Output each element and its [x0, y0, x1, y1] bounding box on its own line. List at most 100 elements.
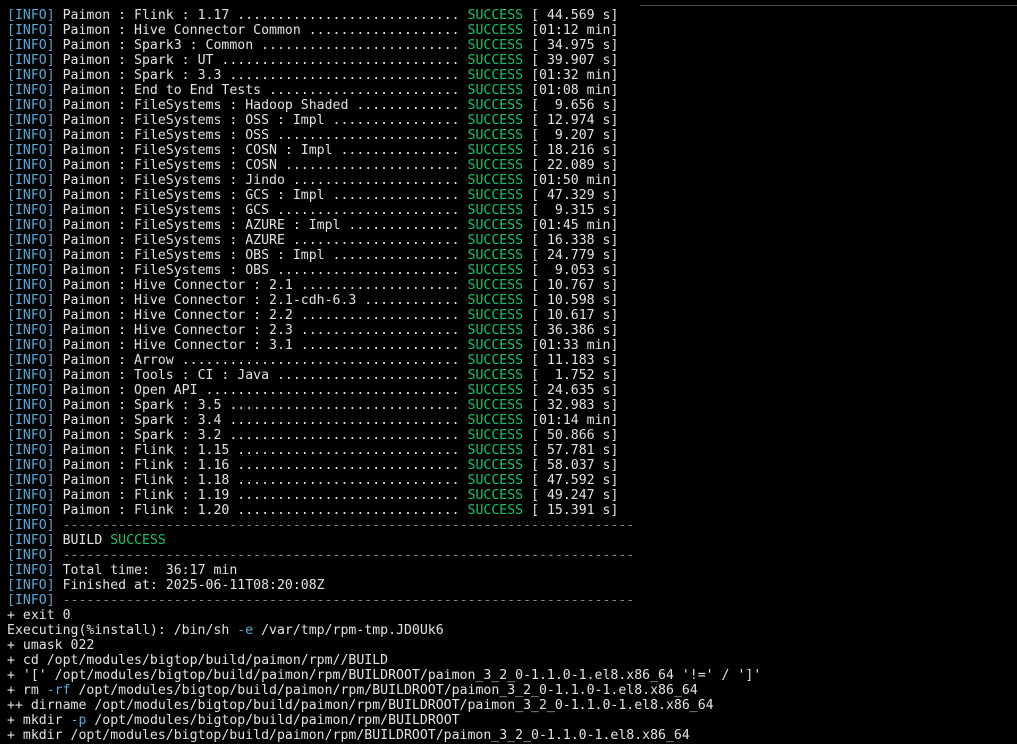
separator-line: [INFO] ---------------------------------… — [7, 593, 1017, 608]
command-text: Executing(%install): /bin/sh — [7, 623, 238, 638]
log-level: [INFO] — [7, 8, 55, 23]
log-level: [INFO] — [7, 398, 55, 413]
total-time-line: [INFO] Total time: 36:17 min — [7, 563, 1017, 578]
duration-text: [ 49.247 s] — [531, 488, 619, 503]
status-text: SUCCESS — [467, 143, 524, 158]
log-level: [INFO] — [7, 308, 55, 323]
status-text: SUCCESS — [467, 8, 524, 23]
status-text: SUCCESS — [467, 173, 524, 188]
dot-leader: ................................... — [181, 353, 460, 368]
module-result-line: [INFO] Paimon : FileSystems : COSN .....… — [7, 158, 1017, 173]
module-name: Paimon : FileSystems : COSN : Impl — [62, 143, 341, 158]
separator: ----------------------------------------… — [62, 548, 635, 563]
duration-text: [ 9.053 s] — [531, 263, 619, 278]
log-level: [INFO] — [7, 188, 55, 203]
command-argument: /var/tmp/rpm-tmp.JD0Uk6 — [253, 623, 444, 638]
module-name: Paimon : Open API — [62, 383, 206, 398]
log-level: [INFO] — [7, 458, 55, 473]
duration-text: [ 58.037 s] — [531, 458, 619, 473]
module-name: Paimon : FileSystems : GCS : Impl — [62, 188, 333, 203]
status-text: SUCCESS — [467, 308, 524, 323]
log-level: [INFO] — [7, 38, 55, 53]
status-text: SUCCESS — [467, 428, 524, 443]
log-level: [INFO] — [7, 68, 55, 83]
module-result-line: [INFO] Paimon : Spark : 3.5 ............… — [7, 398, 1017, 413]
dot-leader: ................... — [308, 23, 460, 38]
duration-text: [ 47.592 s] — [531, 473, 619, 488]
module-name: Paimon : FileSystems : AZURE — [62, 233, 293, 248]
command-text: + rm — [7, 683, 47, 698]
module-result-line: [INFO] Paimon : Flink : 1.18 ...........… — [7, 473, 1017, 488]
terminal-window[interactable]: [INFO] Paimon : Flink : 1.17 ...........… — [0, 0, 1017, 744]
module-result-line: [INFO] Paimon : Spark : UT .............… — [7, 53, 1017, 68]
dot-leader: ................ — [332, 113, 460, 128]
status-text: SUCCESS — [467, 443, 524, 458]
dot-leader: .............. — [348, 218, 460, 233]
log-level: [INFO] — [7, 563, 55, 578]
status-text: SUCCESS — [467, 293, 524, 308]
shell-command-line: + '[' /opt/modules/bigtop/build/paimon/r… — [7, 668, 1017, 683]
duration-text: [ 9.656 s] — [531, 98, 619, 113]
module-result-line: [INFO] Paimon : Hive Connector : 2.1 ...… — [7, 278, 1017, 293]
module-result-line: [INFO] Paimon : Hive Connector : 3.1 ...… — [7, 338, 1017, 353]
duration-text: [ 16.338 s] — [531, 233, 619, 248]
terminal-output: [INFO] Paimon : Flink : 1.17 ...........… — [7, 8, 1017, 743]
module-result-line: [INFO] Paimon : FileSystems : GCS : Impl… — [7, 188, 1017, 203]
log-level: [INFO] — [7, 113, 55, 128]
log-level: [INFO] — [7, 248, 55, 263]
dot-leader: ............................ — [237, 473, 460, 488]
duration-text: [01:08 min] — [531, 83, 619, 98]
status-text: SUCCESS — [467, 503, 524, 518]
duration-text: [ 11.183 s] — [531, 353, 619, 368]
module-result-line: [INFO] Paimon : Flink : 1.20 ...........… — [7, 503, 1017, 518]
module-result-line: [INFO] Paimon : Hive Connector : 2.1-cdh… — [7, 293, 1017, 308]
log-level: [INFO] — [7, 98, 55, 113]
duration-text: [01:50 min] — [531, 173, 619, 188]
duration-text: [01:32 min] — [531, 68, 619, 83]
log-level: [INFO] — [7, 593, 55, 608]
command-text: + mkdir — [7, 713, 71, 728]
shell-command-line: Executing(%install): /bin/sh -e /var/tmp… — [7, 623, 1017, 638]
module-name: Paimon : Flink : 1.19 — [62, 488, 238, 503]
dot-leader: .................... — [300, 323, 460, 338]
dot-leader: ........................ — [269, 83, 460, 98]
build-label: BUILD — [62, 533, 111, 548]
dot-leader: .................... — [300, 338, 460, 353]
dot-leader: ............... — [340, 143, 460, 158]
module-name: Paimon : Spark : 3.3 — [62, 68, 230, 83]
module-name: Paimon : FileSystems : OSS : Impl — [62, 113, 333, 128]
status-text: SUCCESS — [467, 473, 524, 488]
status-text: SUCCESS — [467, 458, 524, 473]
module-result-line: [INFO] Paimon : FileSystems : OBS : Impl… — [7, 248, 1017, 263]
log-level: [INFO] — [7, 173, 55, 188]
duration-text: [ 44.569 s] — [531, 8, 619, 23]
dot-leader: ......................... — [261, 38, 460, 53]
duration-text: [ 22.089 s] — [531, 158, 619, 173]
status-text: SUCCESS — [467, 53, 524, 68]
separator: ----------------------------------------… — [62, 518, 635, 533]
status-text: SUCCESS — [467, 38, 524, 53]
shell-command-line: + mkdir -p /opt/modules/bigtop/build/pai… — [7, 713, 1017, 728]
duration-text: [ 47.329 s] — [531, 188, 619, 203]
status-text: SUCCESS — [467, 68, 524, 83]
dot-leader: ............ — [364, 293, 460, 308]
duration-text: [ 10.598 s] — [531, 293, 619, 308]
log-level: [INFO] — [7, 548, 55, 563]
log-level: [INFO] — [7, 53, 55, 68]
log-level: [INFO] — [7, 233, 55, 248]
status-text: SUCCESS — [467, 113, 524, 128]
log-level: [INFO] — [7, 338, 55, 353]
module-result-line: [INFO] Paimon : FileSystems : OSS ......… — [7, 128, 1017, 143]
duration-text: [ 15.391 s] — [531, 503, 619, 518]
dot-leader: .................... — [300, 278, 460, 293]
status-text: SUCCESS — [467, 203, 524, 218]
dot-leader: ................................ — [205, 383, 460, 398]
dot-leader: ............................. — [229, 398, 460, 413]
dot-leader: ....................... — [276, 368, 460, 383]
module-result-line: [INFO] Paimon : Flink : 1.16 ...........… — [7, 458, 1017, 473]
log-level: [INFO] — [7, 368, 55, 383]
module-name: Paimon : FileSystems : Hadoop Shaded — [62, 98, 357, 113]
module-result-line: [INFO] Paimon : Open API ...............… — [7, 383, 1017, 398]
module-result-line: [INFO] Paimon : End to End Tests .......… — [7, 83, 1017, 98]
log-level: [INFO] — [7, 143, 55, 158]
